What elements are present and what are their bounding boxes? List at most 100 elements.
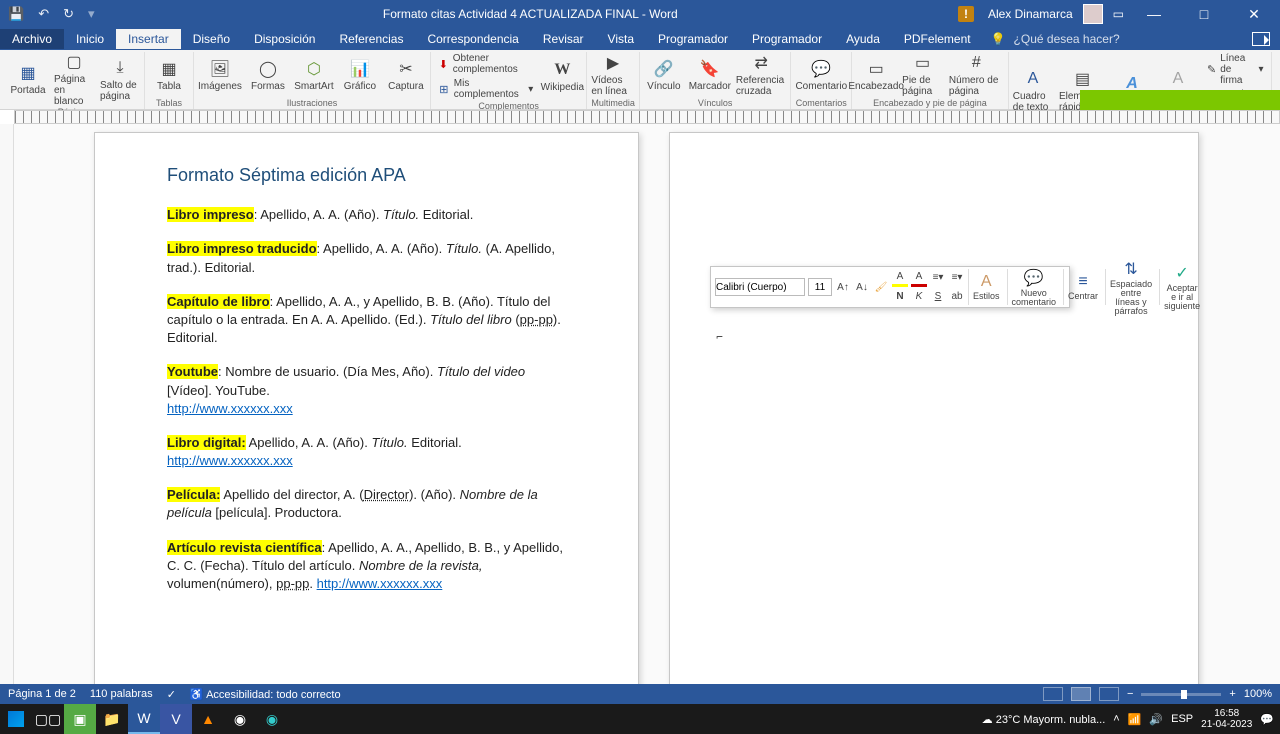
obtener-complementos-button[interactable]: ⬇Obtener complementos xyxy=(435,52,536,76)
vinculo-button[interactable]: 🔗Vínculo xyxy=(644,59,684,92)
portada-button[interactable]: ▦Portada xyxy=(8,63,48,96)
redo-icon[interactable]: ↻ xyxy=(63,6,74,22)
maximize-button[interactable]: □ xyxy=(1184,0,1224,28)
tab-diseno[interactable]: Diseño xyxy=(181,29,242,49)
tabla-button[interactable]: ▦Tabla xyxy=(149,59,189,92)
pagina-blanco-button[interactable]: ▢Página en blanco xyxy=(54,52,94,107)
avatar[interactable] xyxy=(1083,4,1103,24)
tab-ayuda[interactable]: Ayuda xyxy=(834,29,892,49)
word-count[interactable]: 110 palabras xyxy=(90,688,153,700)
numero-pagina-button[interactable]: #Número de página xyxy=(949,53,1004,97)
mis-complementos-button[interactable]: ⊞Mis complementos ▾ xyxy=(435,77,536,101)
close-button[interactable]: ✕ xyxy=(1234,0,1274,28)
user-name[interactable]: Alex Dinamarca xyxy=(988,7,1073,21)
volume-icon[interactable]: 🔊 xyxy=(1149,713,1163,726)
save-icon[interactable]: 💾 xyxy=(8,6,24,22)
weather-widget[interactable]: ☁ 23°C Mayorm. nubla... xyxy=(982,713,1106,726)
web-layout-icon[interactable] xyxy=(1099,687,1119,701)
espaciado-button[interactable]: ⇅Espaciado entre líneas y párrafos xyxy=(1105,269,1156,305)
edge-taskbar-icon[interactable]: ◉ xyxy=(256,704,288,734)
share-icon[interactable] xyxy=(1252,32,1270,46)
videos-button[interactable]: ▶Vídeos en línea xyxy=(591,53,635,97)
page-indicator[interactable]: Página 1 de 2 xyxy=(8,688,76,700)
underline-button[interactable]: S xyxy=(930,288,946,306)
minimize-button[interactable]: — xyxy=(1134,0,1174,28)
accessibility-status[interactable]: ♿ Accesibilidad: todo correcto xyxy=(190,688,341,701)
highlight-icon[interactable]: A xyxy=(892,269,908,287)
formas-button[interactable]: ◯Formas xyxy=(248,59,288,92)
salto-pagina-button[interactable]: ⤓Salto de página xyxy=(100,58,140,102)
pie-pagina-button[interactable]: ▭Pie de página xyxy=(902,53,943,97)
tab-file[interactable]: Archivo xyxy=(0,29,64,49)
tell-me-input[interactable]: ¿Qué desea hacer? xyxy=(1014,32,1120,46)
visio-taskbar-icon[interactable]: V xyxy=(160,704,192,734)
language-indicator[interactable]: ESP xyxy=(1171,713,1193,725)
tab-programador[interactable]: Programador xyxy=(646,29,740,49)
horizontal-ruler[interactable] xyxy=(14,110,1280,124)
libro-digital-link[interactable]: http://www.xxxxxx.xxx xyxy=(167,453,293,468)
tab-programador2[interactable]: Programador xyxy=(740,29,834,49)
zoom-slider[interactable] xyxy=(1141,693,1221,696)
clock[interactable]: 16:5821-04-2023 xyxy=(1201,708,1252,730)
marcador-button[interactable]: 🔖Marcador xyxy=(690,59,730,92)
imagenes-button[interactable]: 🖼Imágenes xyxy=(198,59,242,92)
zoom-in-button[interactable]: + xyxy=(1229,688,1235,700)
wikipedia-button[interactable]: WWikipedia xyxy=(542,60,582,93)
format-painter-icon[interactable]: 🖌 xyxy=(873,278,889,296)
grow-font-icon[interactable]: A↑ xyxy=(835,278,851,296)
nuevo-comentario-button[interactable]: 💬Nuevo comentario xyxy=(1007,269,1061,305)
italic-button[interactable]: K xyxy=(911,288,927,306)
tab-inicio[interactable]: Inicio xyxy=(64,29,116,49)
chrome-taskbar-icon[interactable]: ◉ xyxy=(224,704,256,734)
tab-referencias[interactable]: Referencias xyxy=(327,29,415,49)
vlc-taskbar-icon[interactable]: ▲ xyxy=(192,704,224,734)
font-color-icon[interactable]: A xyxy=(911,269,927,287)
grafico-button[interactable]: 📊Gráfico xyxy=(340,59,380,92)
tab-revisar[interactable]: Revisar xyxy=(531,29,596,49)
captura-button[interactable]: ✂Captura xyxy=(386,59,426,92)
youtube-link[interactable]: http://www.xxxxxx.xxx xyxy=(167,401,293,416)
tab-disposicion[interactable]: Disposición xyxy=(242,29,327,49)
print-layout-icon[interactable] xyxy=(1071,687,1091,701)
shrink-font-icon[interactable]: A↓ xyxy=(854,278,870,296)
warning-icon[interactable]: ! xyxy=(958,6,974,22)
bold-button[interactable]: N xyxy=(892,288,908,306)
tab-insertar[interactable]: Insertar xyxy=(116,29,181,49)
zoom-level[interactable]: 100% xyxy=(1244,688,1272,700)
font-select[interactable] xyxy=(715,278,805,296)
vertical-ruler[interactable] xyxy=(0,124,14,684)
word-taskbar-icon[interactable]: W xyxy=(128,704,160,734)
estilos-button[interactable]: AEstilos xyxy=(968,269,1004,305)
smartart-button[interactable]: ⬡SmartArt xyxy=(294,59,334,92)
tray-chevron-icon[interactable]: ˄ xyxy=(1113,713,1119,725)
numbering-icon[interactable]: ≡▾ xyxy=(949,269,965,287)
articulo-link[interactable]: http://www.xxxxxx.xxx xyxy=(317,576,443,591)
bullets-icon[interactable]: ≡▾ xyxy=(930,269,946,287)
linea-firma-button[interactable]: ✎Línea de firma ▾ xyxy=(1204,52,1267,87)
read-mode-icon[interactable] xyxy=(1043,687,1063,701)
proofing-icon[interactable]: ✓ xyxy=(167,688,176,701)
zoom-out-button[interactable]: − xyxy=(1127,688,1133,700)
page-1[interactable]: Formato Séptima edición APA Libro impres… xyxy=(94,132,639,684)
centrar-button[interactable]: ≡Centrar xyxy=(1063,269,1102,305)
tab-correspondencia[interactable]: Correspondencia xyxy=(415,29,530,49)
font-size[interactable] xyxy=(808,278,832,296)
tab-vista[interactable]: Vista xyxy=(596,29,646,49)
network-icon[interactable]: 📶 xyxy=(1128,713,1142,726)
page-2[interactable] xyxy=(669,132,1199,684)
aceptar-button[interactable]: ✓Aceptar e ir al siguiente xyxy=(1159,269,1204,305)
display-options-icon[interactable]: ▭ xyxy=(1113,7,1124,21)
cuadro-texto-button[interactable]: ACuadro de texto xyxy=(1013,69,1053,113)
undo-icon[interactable]: ↶ xyxy=(38,6,49,22)
task-view-icon[interactable]: ▢▢ xyxy=(32,704,64,734)
encabezado-button[interactable]: ▭Encabezado xyxy=(856,59,896,92)
file-explorer-icon[interactable]: 📁 xyxy=(96,704,128,734)
taskbar-app-1[interactable]: ▣ xyxy=(64,704,96,734)
tab-pdfelement[interactable]: PDFelement xyxy=(892,29,983,49)
help-icon[interactable]: 💡 xyxy=(991,32,1006,46)
notifications-icon[interactable]: 💬 xyxy=(1260,713,1274,726)
start-button[interactable] xyxy=(0,704,32,734)
referencia-cruzada-button[interactable]: ⇄Referencia cruzada xyxy=(736,53,787,97)
comentario-button[interactable]: 💬Comentario xyxy=(795,59,847,92)
strikethrough-button[interactable]: ab xyxy=(949,288,965,306)
